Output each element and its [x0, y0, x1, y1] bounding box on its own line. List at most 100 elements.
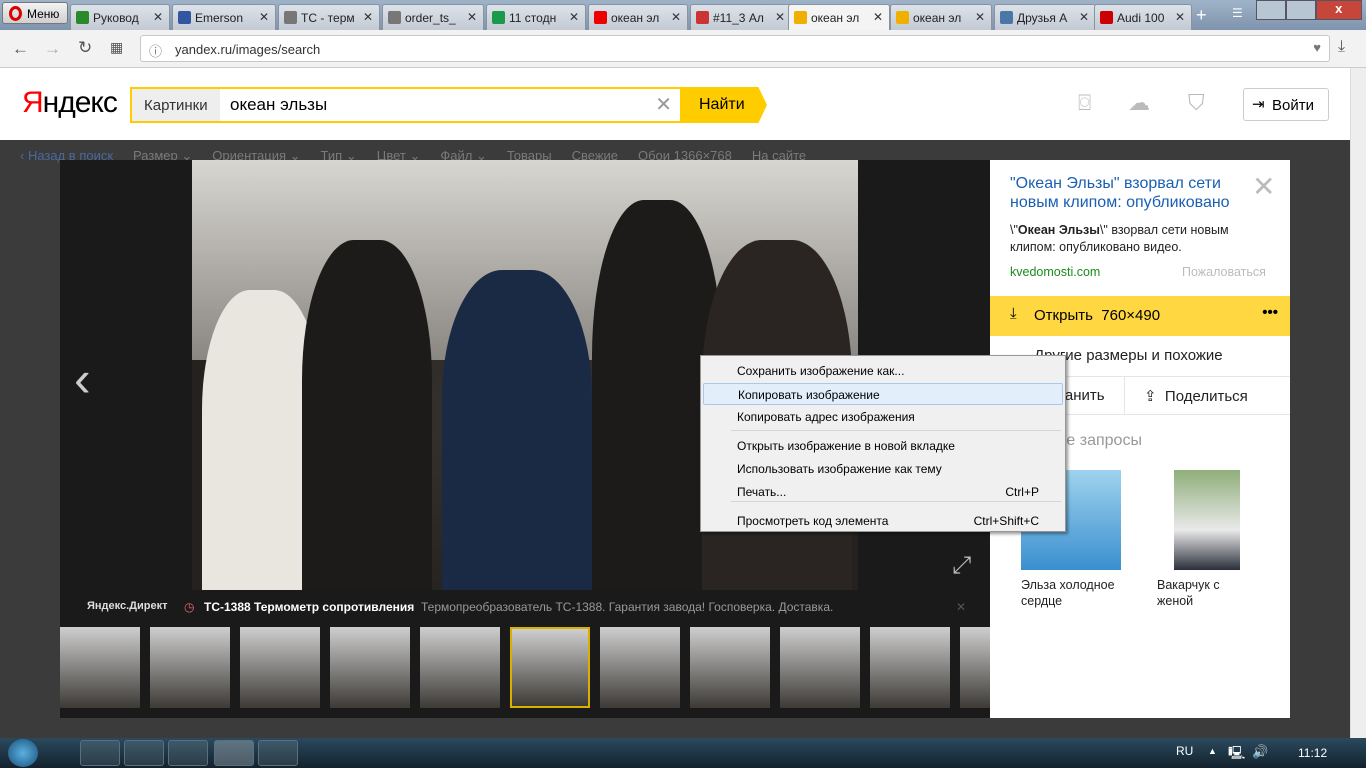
- ad-title[interactable]: ТС-1388 Термометр сопротивления: [204, 600, 414, 614]
- source-title-link[interactable]: "Океан Эльзы" взорвал сети новым клипом:…: [1010, 174, 1250, 212]
- thumbnail[interactable]: [420, 627, 500, 708]
- tab-favicon-icon: [284, 11, 297, 24]
- taskbar-excel[interactable]: [258, 740, 298, 766]
- context-menu-item[interactable]: Печать... Ctrl+P: [703, 481, 1063, 503]
- related-query[interactable]: Вакарчук с женой: [1157, 577, 1257, 609]
- address-bar-area: ← → ↻ ▦ ⓘ yandex.ru/images/search ♥ ⤓: [0, 30, 1366, 68]
- thumbnail[interactable]: [870, 627, 950, 708]
- more-icon[interactable]: •••: [1262, 304, 1278, 321]
- maximize-button[interactable]: [1285, 0, 1316, 20]
- tab-close-icon[interactable]: ✕: [775, 10, 785, 24]
- disk-icon[interactable]: ☁: [1128, 90, 1150, 116]
- context-menu-item[interactable]: Использовать изображение как тему: [703, 458, 1063, 480]
- browser-tab[interactable]: океан эл ✕: [890, 4, 992, 30]
- close-window-button[interactable]: x: [1315, 0, 1362, 20]
- browser-tab[interactable]: океан эл ✕: [788, 4, 890, 30]
- complain-link[interactable]: Пожаловаться: [1182, 265, 1266, 279]
- tab-label: океан эл: [811, 11, 860, 25]
- related-thumb-vakarchuk[interactable]: [1174, 470, 1240, 570]
- taskbar-gmail[interactable]: [124, 740, 164, 766]
- download-icon: ⤓: [1010, 305, 1017, 322]
- open-image-button[interactable]: ⤓ Открыть 760×490 •••: [990, 296, 1290, 336]
- thumbnail[interactable]: [780, 627, 860, 708]
- thumbnail[interactable]: [600, 627, 680, 708]
- site-info-icon[interactable]: ⓘ: [149, 41, 162, 60]
- close-icon[interactable]: ✕: [1252, 170, 1275, 203]
- tab-favicon-icon: [1100, 11, 1113, 24]
- browser-tab[interactable]: Audi 100 ✕: [1094, 4, 1192, 30]
- tray-expand-icon[interactable]: ▲: [1208, 746, 1217, 756]
- browser-tab[interactable]: Emerson ✕: [172, 4, 276, 30]
- start-button[interactable]: [8, 739, 38, 767]
- back-icon[interactable]: ←: [12, 39, 29, 59]
- opera-menu-button[interactable]: Меню: [2, 2, 68, 24]
- taskbar-app[interactable]: [80, 740, 120, 766]
- context-menu-item[interactable]: Копировать адрес изображения: [703, 406, 1063, 428]
- yandex-direct-ad[interactable]: Яндекс.Директ ◷ ТС-1388 Термометр сопрот…: [60, 600, 990, 616]
- browser-tab[interactable]: order_ts_ ✕: [382, 4, 484, 30]
- clock[interactable]: 11:12: [1298, 746, 1327, 760]
- tab-list-icon[interactable]: ☰: [1232, 6, 1243, 20]
- related-query[interactable]: Эльза холодное сердце: [1021, 577, 1141, 609]
- share-button[interactable]: ⇪ Поделиться: [1144, 387, 1248, 405]
- browser-tab[interactable]: Руковод ✕: [70, 4, 170, 30]
- tab-close-icon[interactable]: ✕: [1175, 10, 1185, 24]
- thumbnail[interactable]: [150, 627, 230, 708]
- context-menu-item[interactable]: Сохранить изображение как...: [703, 360, 1063, 382]
- search-button[interactable]: Найти: [681, 87, 767, 123]
- minimize-button[interactable]: [1256, 0, 1286, 20]
- context-menu-item[interactable]: Просмотреть код элемента Ctrl+Shift+C: [703, 510, 1063, 532]
- downloads-icon[interactable]: ⤓: [1338, 38, 1345, 56]
- tab-close-icon[interactable]: ✕: [467, 10, 477, 24]
- fullscreen-icon[interactable]: ⤢: [952, 552, 971, 580]
- tab-close-icon[interactable]: ✕: [153, 10, 163, 24]
- login-label: Войти: [1272, 97, 1314, 114]
- clear-icon[interactable]: ✕: [655, 92, 672, 117]
- browser-tab[interactable]: Друзья А ✕: [994, 4, 1096, 30]
- yandex-logo[interactable]: Яндекс: [22, 86, 118, 120]
- thumbnail[interactable]: [330, 627, 410, 708]
- tab-close-icon[interactable]: ✕: [259, 10, 269, 24]
- thumbnail[interactable]: [240, 627, 320, 708]
- search-category[interactable]: Картинки: [132, 89, 220, 121]
- thumbnail[interactable]: [60, 627, 140, 708]
- menu-item-label: Открыть изображение в новой вкладке: [737, 439, 955, 453]
- tab-favicon-icon: [1000, 11, 1013, 24]
- tab-close-icon[interactable]: ✕: [873, 10, 883, 24]
- tab-close-icon[interactable]: ✕: [363, 10, 373, 24]
- tab-favicon-icon: [794, 11, 807, 24]
- volume-icon[interactable]: 🔊: [1252, 744, 1268, 760]
- bookmark-heart-icon[interactable]: ♥: [1313, 40, 1321, 55]
- language-indicator[interactable]: RU: [1176, 744, 1193, 758]
- network-icon[interactable]: 🖳: [1228, 744, 1245, 766]
- ad-close-icon[interactable]: ✕: [956, 600, 966, 614]
- tab-close-icon[interactable]: ✕: [975, 10, 985, 24]
- browser-tab[interactable]: 11 стодн ✕: [486, 4, 586, 30]
- taskbar-opera[interactable]: [214, 740, 254, 766]
- shield-icon[interactable]: ⛉: [1188, 90, 1205, 116]
- reload-icon[interactable]: ↻: [78, 38, 92, 58]
- page-scrollbar[interactable]: [1350, 68, 1366, 738]
- source-domain-link[interactable]: kvedomosti.com: [1010, 265, 1100, 279]
- tab-close-icon[interactable]: ✕: [671, 10, 681, 24]
- browser-tab[interactable]: TC - терм ✕: [278, 4, 380, 30]
- new-tab-icon[interactable]: +: [1196, 5, 1207, 26]
- context-menu-item[interactable]: Открыть изображение в новой вкладке: [703, 435, 1063, 457]
- tab-favicon-icon: [696, 11, 709, 24]
- thumbnail[interactable]: [690, 627, 770, 708]
- speed-dial-icon[interactable]: ▦: [110, 39, 123, 56]
- search-input[interactable]: океан эльзы: [230, 95, 327, 115]
- browser-tab[interactable]: #11_3 Ал ✕: [690, 4, 792, 30]
- previous-image-icon[interactable]: ‹: [74, 350, 91, 408]
- browser-tab[interactable]: океан эл ✕: [588, 4, 688, 30]
- camera-icon[interactable]: ⌼: [1078, 90, 1091, 116]
- thumbnail[interactable]: [510, 627, 590, 708]
- taskbar-app[interactable]: [168, 740, 208, 766]
- forward-icon[interactable]: →: [44, 39, 61, 59]
- tab-close-icon[interactable]: ✕: [569, 10, 579, 24]
- thumbnail[interactable]: [960, 627, 990, 708]
- tab-close-icon[interactable]: ✕: [1079, 10, 1089, 24]
- context-menu-item[interactable]: Копировать изображение: [703, 383, 1063, 405]
- login-button[interactable]: ⇥ Войти: [1243, 88, 1329, 121]
- url-field[interactable]: ⓘ yandex.ru/images/search ♥: [140, 35, 1330, 62]
